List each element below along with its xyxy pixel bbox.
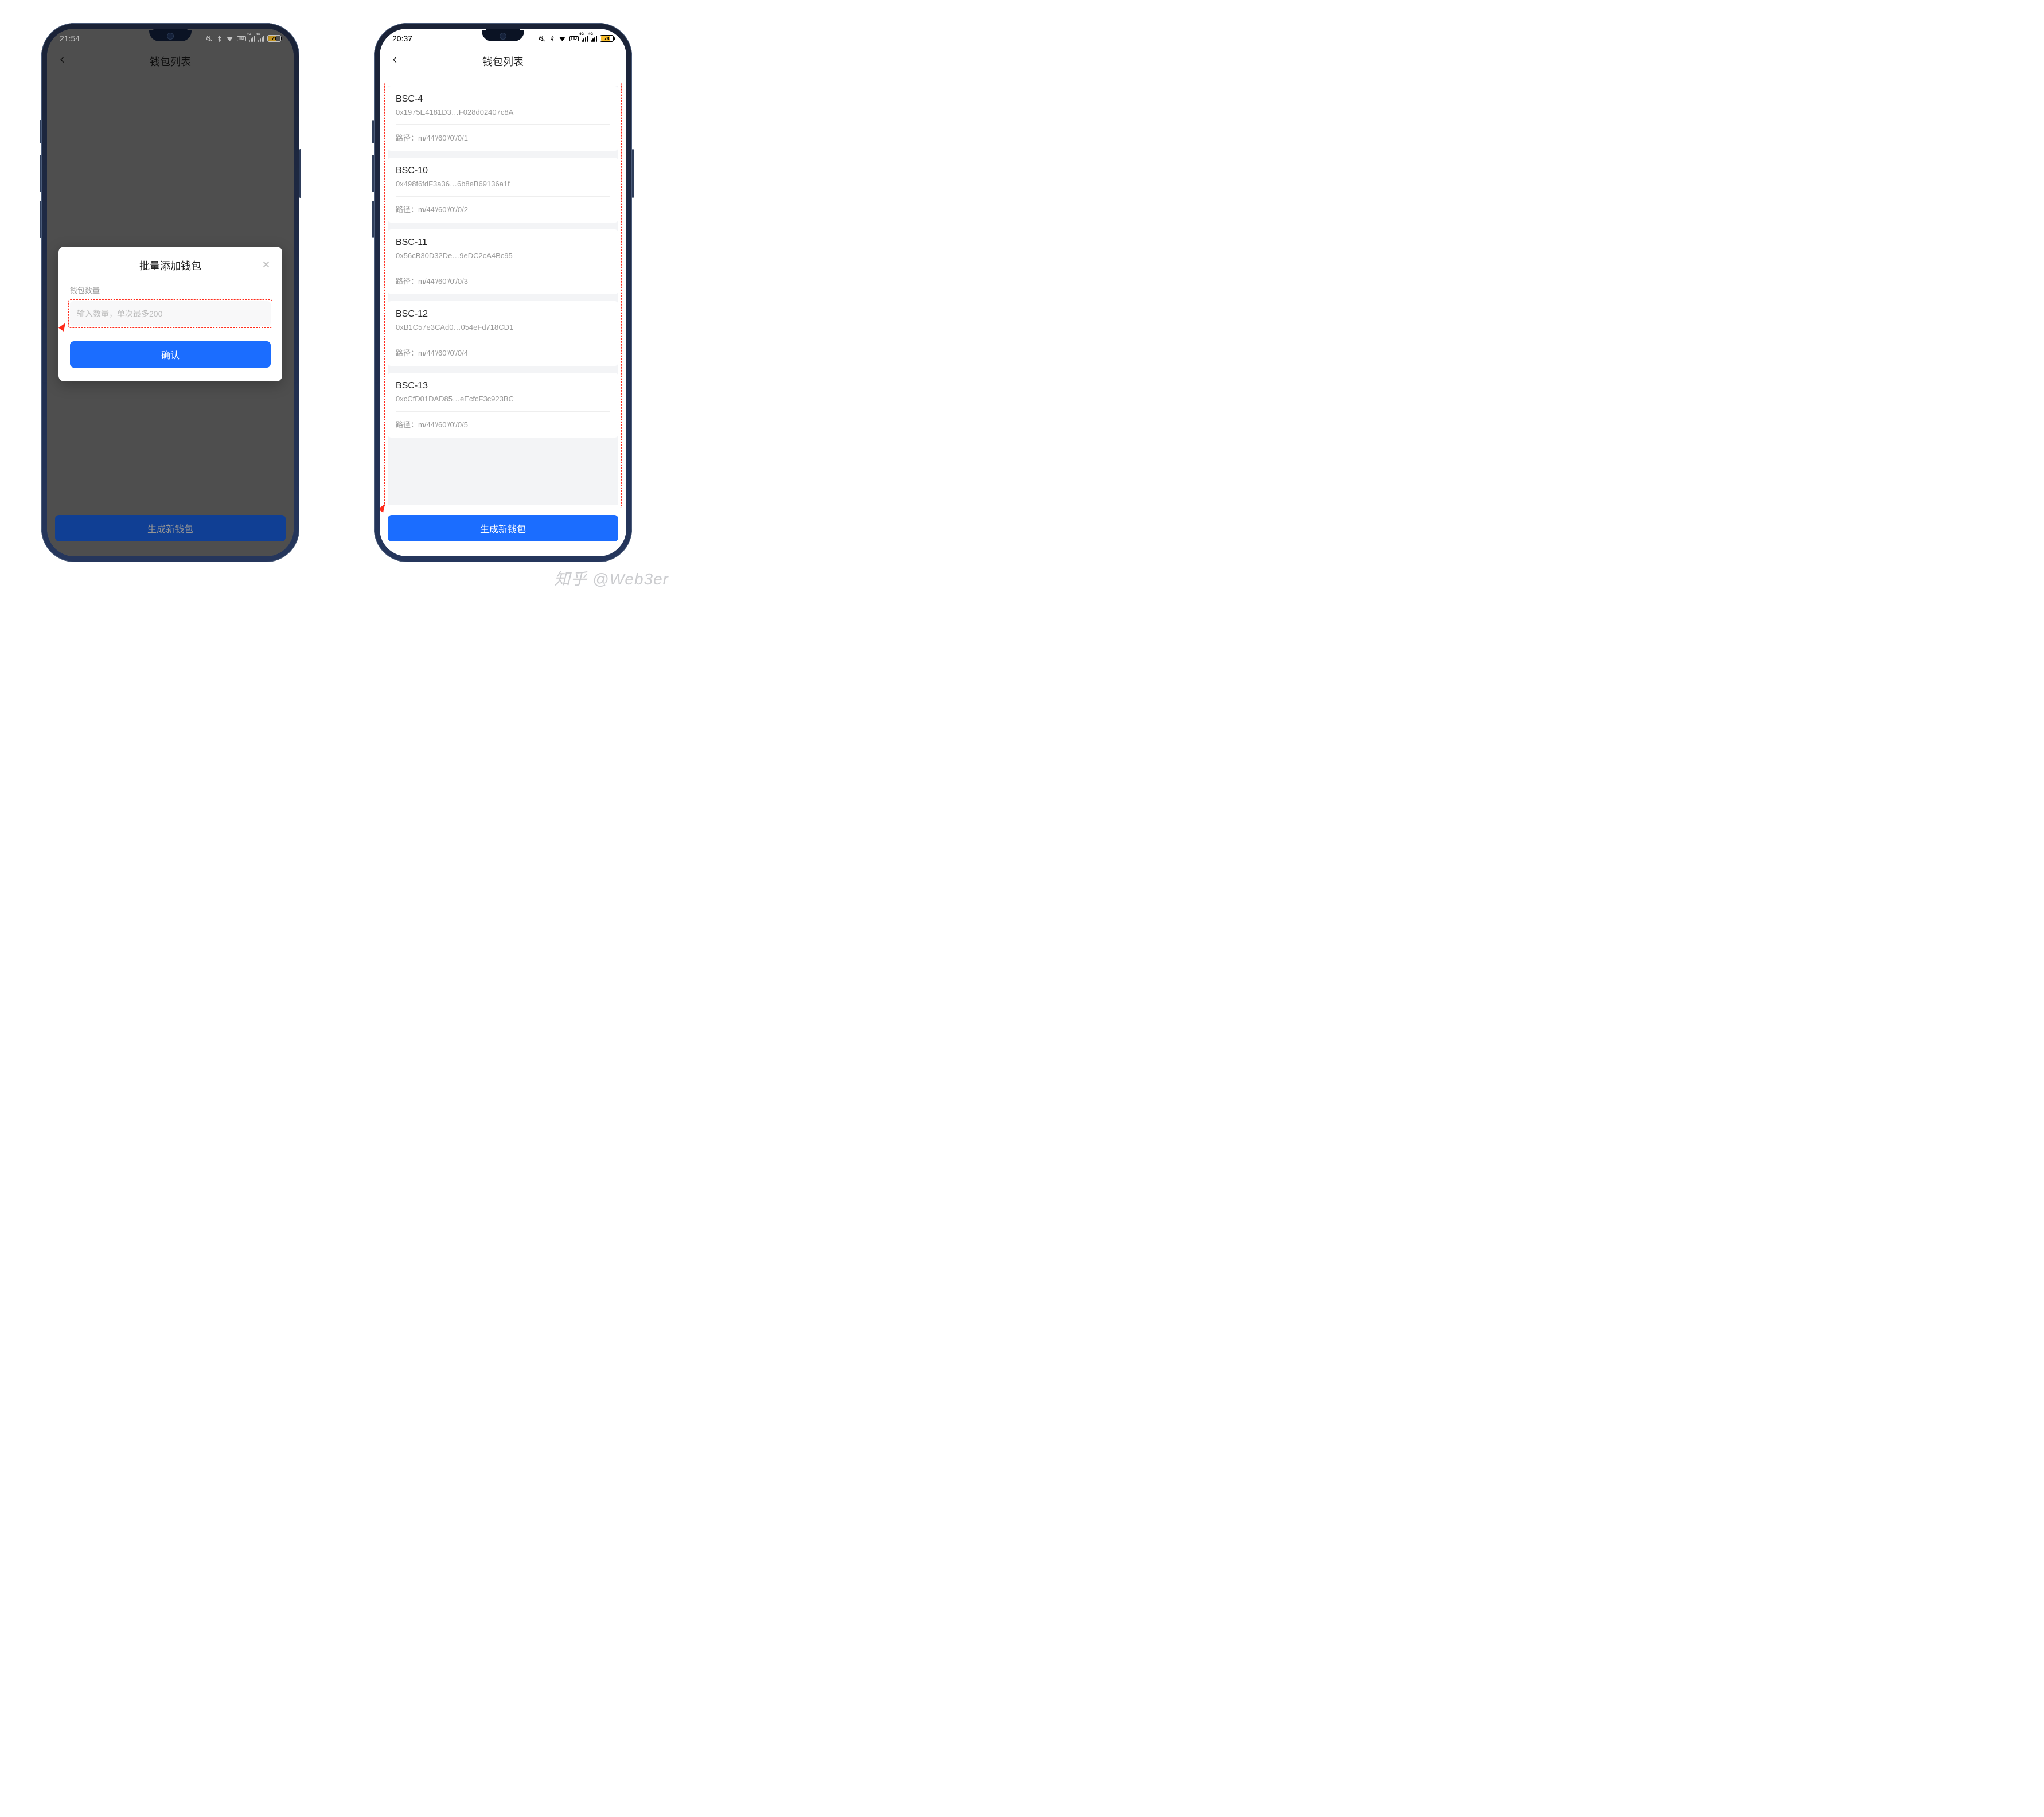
confirm-button[interactable]: 确认	[70, 341, 271, 368]
close-icon[interactable]	[259, 257, 273, 275]
generate-wallet-button[interactable]: 生成新钱包	[55, 515, 286, 541]
wallet-name: BSC-10	[396, 166, 610, 176]
wallet-card[interactable]: BSC-11 0x56cB30D32De…9eDC2cA4Bc95路径：m/44'…	[388, 229, 618, 294]
wallet-path: 路径：m/44'/60'/0'/0/2	[396, 196, 610, 223]
generate-wallet-button[interactable]: 生成新钱包	[388, 515, 618, 541]
page-title: 钱包列表	[482, 54, 524, 69]
notch-icon	[482, 30, 524, 41]
mute-icon	[206, 35, 213, 42]
mute-icon	[539, 35, 546, 42]
wallet-card[interactable]: BSC-12 0xB1C57e3CAd0…054eFd718CD1路径：m/44'…	[388, 301, 618, 366]
wallet-name: BSC-11	[396, 237, 610, 248]
bluetooth-icon	[549, 35, 555, 42]
screen-left: 21:54 HD 4G	[47, 29, 294, 556]
phone-right: 20:37 HD 4G 4G	[374, 23, 632, 562]
battery-icon: 71	[267, 35, 281, 42]
wallet-name: BSC-13	[396, 381, 610, 391]
status-time: 20:37	[392, 34, 412, 43]
wallet-path: 路径：m/44'/60'/0'/0/1	[396, 124, 610, 151]
wallet-address: 0x56cB30D32De…9eDC2cA4Bc95	[396, 251, 610, 268]
back-button[interactable]	[388, 50, 403, 72]
wallet-path: 路径：m/44'/60'/0'/0/4	[396, 340, 610, 366]
wallet-card[interactable]: BSC-13 0xcCfD01DAD85…eEcfcF3c923BC路径：m/44…	[388, 373, 618, 438]
status-time: 21:54	[60, 34, 80, 43]
signal-1-icon: 4G	[249, 36, 255, 42]
wallet-address: 0x1975E4181D3…F028d02407c8A	[396, 108, 610, 124]
signal-2-icon: 4G	[591, 36, 597, 42]
qty-input[interactable]	[70, 301, 271, 326]
wallet-name: BSC-12	[396, 309, 610, 319]
notch-icon	[149, 30, 192, 41]
wallet-path: 路径：m/44'/60'/0'/0/3	[396, 268, 610, 294]
wifi-icon	[558, 35, 567, 42]
wallet-list: BSC-40x1975E4181D3…F028d02407c8A路径：m/44'…	[388, 86, 618, 505]
signal-2-icon: 4G	[258, 36, 264, 42]
qty-label: 钱包数量	[70, 284, 271, 295]
annotation-arrow-icon	[380, 502, 388, 513]
bulk-add-modal: 批量添加钱包 钱包数量 确认	[58, 247, 282, 381]
wallet-card[interactable]: BSC-10 0x498f6fdF3a36…6b8eB69136a1f路径：m/4…	[388, 158, 618, 223]
wifi-icon	[225, 35, 234, 42]
wallet-address: 0xB1C57e3CAd0…054eFd718CD1	[396, 323, 610, 340]
modal-title: 批量添加钱包	[139, 260, 201, 272]
nav-bar: 钱包列表	[380, 48, 626, 75]
wallet-address: 0xcCfD01DAD85…eEcfcF3c923BC	[396, 395, 610, 411]
hd-icon: HD	[237, 36, 246, 41]
wallet-path: 路径：m/44'/60'/0'/0/5	[396, 411, 610, 438]
wallet-name: BSC-4	[396, 94, 610, 104]
bluetooth-icon	[216, 35, 223, 42]
annotation-arrow-icon	[58, 321, 68, 332]
screen-right: 20:37 HD 4G 4G	[380, 29, 626, 556]
wallet-address: 0x498f6fdF3a36…6b8eB69136a1f	[396, 180, 610, 196]
phone-left: 21:54 HD 4G	[41, 23, 299, 562]
wallet-card[interactable]: BSC-4 0x1975E4181D3…F028d02407c8A路径：m/44'…	[388, 86, 618, 151]
hd-icon: HD	[569, 36, 579, 41]
signal-1-icon: 4G	[582, 36, 588, 42]
battery-icon: 78	[600, 35, 614, 42]
